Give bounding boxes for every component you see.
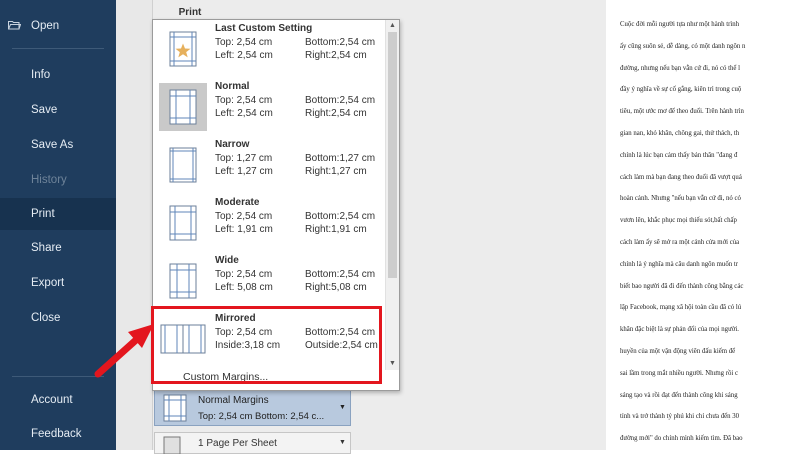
nav-item-account[interactable]: Account [0,385,116,415]
nav-label: Export [31,277,65,289]
red-arrow-icon [94,324,154,378]
caret-down-icon: ▼ [339,439,346,446]
backstage-nav: Open Info Save Save As History Print Sha… [0,0,116,450]
option-top: Top: 2,54 cm [215,95,273,106]
dropdown-scrollbar[interactable]: ▲ ▼ [385,20,399,370]
option-top: Top: 2,54 cm [215,269,273,280]
narrow-margins-icon [169,147,197,183]
nav-item-save[interactable]: Save [0,95,116,125]
pages-per-sheet-label: 1 Page Per Sheet [198,438,277,449]
nav-label: Save [31,104,58,116]
preview-line: gian nan, khó khăn, chông gai, thử thách… [620,129,740,137]
nav-item-feedback[interactable]: Feedback [0,419,116,449]
option-top: Top: 1,27 cm [215,153,273,164]
margin-option-last-custom[interactable]: Last Custom Setting Top: 2,54 cm Bottom:… [157,20,383,78]
margin-option-narrow[interactable]: Narrow Top: 1,27 cm Bottom:1,27 cm Left:… [157,136,383,194]
option-right: Right:1,91 cm [305,224,367,235]
nav-divider [12,376,104,377]
nav-label: Print [31,208,55,220]
option-top: Top: 2,54 cm [215,211,273,222]
nav-item-print[interactable]: Print [0,198,116,230]
preview-line: chính là ý nghĩa mà câu danh ngôn muốn t… [620,260,738,268]
nav-divider [12,48,104,49]
option-right: Right:5,08 cm [305,282,367,293]
scroll-down-icon[interactable]: ▼ [386,358,399,370]
option-title: Moderate [215,197,260,208]
preview-line: vươn lên, khắc phục mọi thiếu sót,bất ch… [620,217,737,225]
margin-option-moderate[interactable]: Moderate Top: 2,54 cm Bottom:2,54 cm Lef… [157,194,383,252]
moderate-margins-icon [169,205,197,241]
option-bottom: Bottom:2,54 cm [305,269,376,280]
margins-selector-detail: Top: 2,54 cm Bottom: 2,54 c... [198,411,325,422]
preview-line: huyền của một vận động viên đấu kiếm để [620,347,736,355]
option-right: Right:2,54 cm [305,108,367,119]
last-custom-icon [169,31,197,67]
nav-label: Share [31,242,62,254]
option-title: Normal [215,81,250,92]
margins-preview-icon [163,394,187,422]
nav-label: Save As [31,139,74,151]
option-left: Left: 2,54 cm [215,108,273,119]
nav-label: Info [31,69,51,81]
option-left: Left: 1,91 cm [215,224,273,235]
margin-option-wide[interactable]: Wide Top: 2,54 cm Bottom:2,54 cm Left: 5… [157,252,383,310]
preview-line: sáng tạo và rồi đạt đến thành công khi s… [620,391,738,399]
option-right: Right:2,54 cm [305,50,367,61]
option-title: Last Custom Setting [215,23,313,34]
nav-item-open[interactable]: Open [0,11,116,41]
scroll-up-icon[interactable]: ▲ [386,20,399,32]
option-left: Left: 1,27 cm [215,166,273,177]
nav-label: Close [31,312,61,324]
wide-margins-icon [169,263,197,299]
mirrored-highlight-box [151,306,382,384]
preview-line: đầy ý nghĩa về sự cố gắng, kiên trì tron… [620,86,742,94]
option-title: Wide [215,255,239,266]
open-folder-icon [8,21,21,30]
caret-down-icon: ▼ [339,404,346,411]
option-bottom: Bottom:2,54 cm [305,211,376,222]
margins-selector[interactable]: Normal Margins Top: 2,54 cm Bottom: 2,54… [154,389,351,426]
option-bottom: Bottom:1,27 cm [305,153,376,164]
preview-line: đường mới" do chính mình kiếm tìm. Đã ba… [620,435,743,443]
normal-margins-icon [159,83,207,131]
nav-item-save-as[interactable]: Save As [0,130,116,160]
option-bottom: Bottom:2,54 cm [305,95,376,106]
nav-item-history[interactable]: History [0,165,116,195]
option-left: Left: 5,08 cm [215,282,273,293]
preview-line: Cuộc đời mỗi người tựa như một hành trìn… [620,21,740,28]
option-title: Narrow [215,139,250,150]
margin-option-normal[interactable]: Normal Top: 2,54 cm Bottom:2,54 cm Left:… [157,78,383,136]
option-bottom: Bottom:2,54 cm [305,37,376,48]
nav-label: History [31,174,67,186]
preview-text: Cuộc đời mỗi người tựa như một hành trìn… [620,14,800,450]
preview-line: biết bao người đã đi đến thành công bằng… [620,282,744,290]
preview-line: chính là lúc bạn cảm thấy bản thân "đang… [620,151,738,159]
pages-per-sheet-selector[interactable]: 1 Page Per Sheet ▼ [154,432,351,454]
scroll-thumb[interactable] [388,32,397,278]
margins-selector-title: Normal Margins [198,395,269,406]
preview-line: cách làm ấy sẽ mở ra một cánh cửa mới củ… [620,238,740,246]
nav-item-share[interactable]: Share [0,233,116,263]
option-right: Right:1,27 cm [305,166,367,177]
preview-line: hoàn cảnh. Nhưng "nếu bạn vẫn cứ đi, nó … [620,195,741,203]
nav-item-info[interactable]: Info [0,60,116,90]
option-left: Left: 2,54 cm [215,50,273,61]
page-icon [163,436,181,454]
nav-item-export[interactable]: Export [0,268,116,298]
nav-label: Open [31,20,60,32]
nav-label: Feedback [31,428,82,440]
preview-line: lập Facebook, mạng xã hội toàn cầu đã có… [620,304,742,312]
preview-line: đường, nhưng nếu bạn vẫn cứ đi, nó có th… [620,64,740,72]
nav-label: Account [31,394,73,406]
preview-line: khăn đặc biệt là sự phản đối của mọi ngư… [620,326,739,334]
preview-line: ấy cũng suôn sẻ, dễ dàng, có một danh ng… [620,42,746,50]
preview-line: tỉnh và trở thành tỷ phú khi chỉ chưa đế… [620,413,740,421]
preview-line: tiêu, một ước mơ để theo đuổi. Trên hành… [620,108,744,116]
preview-line: cách làm mà bạn đang theo đuổi đã vượt q… [620,173,742,181]
preview-line: sai lầm trong mắt nhiều người. Nhưng rồi… [620,369,738,377]
option-top: Top: 2,54 cm [215,37,273,48]
settings-strip [116,0,153,450]
